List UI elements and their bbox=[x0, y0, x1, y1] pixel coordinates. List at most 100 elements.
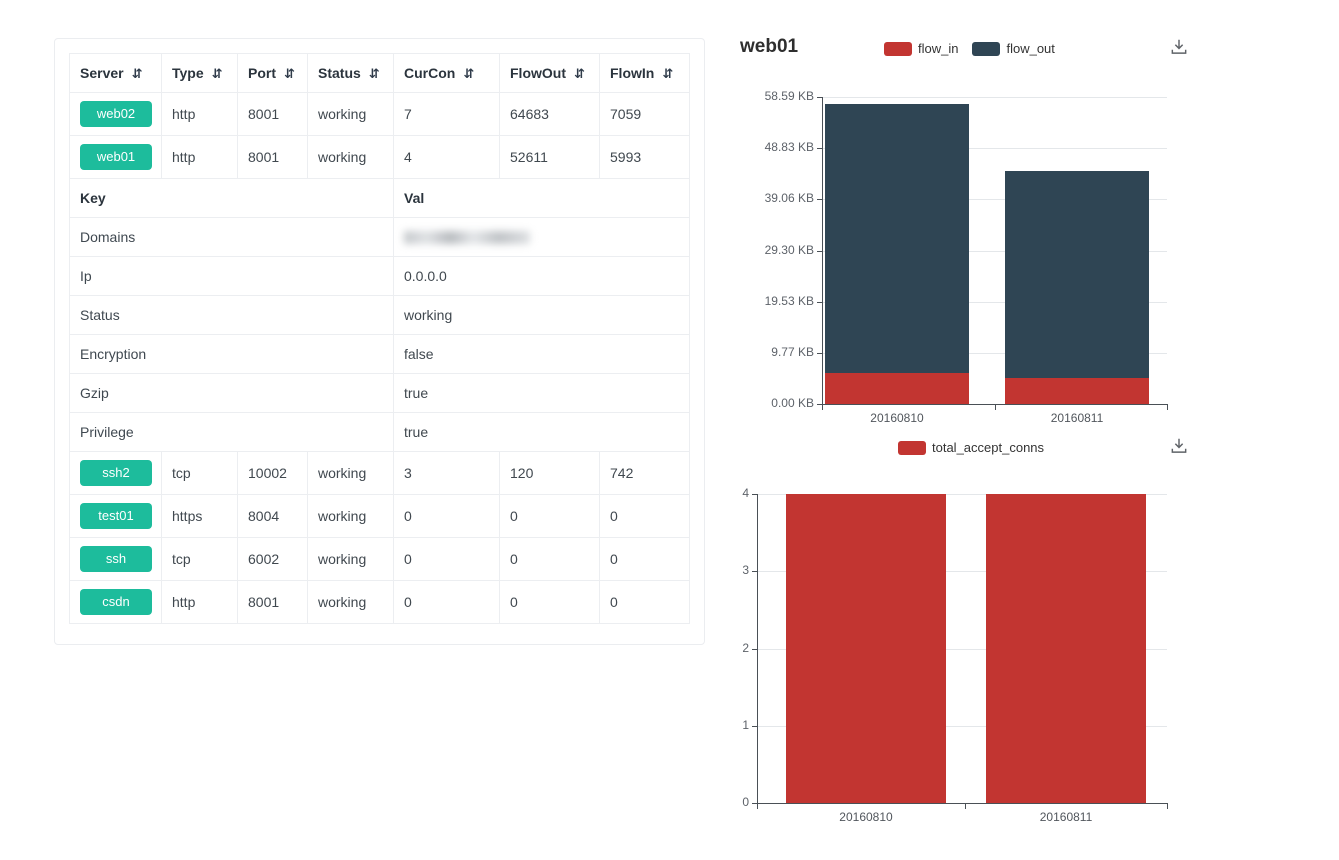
legend-item-flow_out[interactable]: flow_out bbox=[972, 41, 1054, 56]
cell-status: working bbox=[308, 495, 394, 538]
cell-flowin: 0 bbox=[600, 581, 690, 624]
cell-port: 8004 bbox=[238, 495, 308, 538]
cell-flowout: 52611 bbox=[500, 136, 600, 179]
bar-flow_in bbox=[825, 373, 969, 404]
sort-icon[interactable]: ⇵ bbox=[662, 67, 673, 82]
cell-curcon: 0 bbox=[394, 538, 500, 581]
y-axis-label: 39.06 KB bbox=[752, 191, 814, 205]
detail-key: Privilege bbox=[70, 413, 394, 452]
bar-total_accept_conns bbox=[986, 494, 1146, 803]
detail-key: Ip bbox=[70, 257, 394, 296]
cell-type: http bbox=[162, 581, 238, 624]
server-dashboard-page: Server⇵Type⇵Port⇵Status⇵CurCon⇵FlowOut⇵F… bbox=[0, 0, 1339, 860]
y-axis-line bbox=[822, 97, 823, 404]
download-icon bbox=[1169, 37, 1189, 57]
column-header-curcon[interactable]: CurCon ⇵ bbox=[394, 54, 500, 93]
legend-swatch bbox=[898, 441, 926, 455]
cell-type: http bbox=[162, 93, 238, 136]
server-cell: csdn bbox=[70, 581, 162, 624]
server-button[interactable]: web02 bbox=[80, 101, 152, 127]
y-axis-label: 4 bbox=[687, 486, 749, 500]
detail-val: true bbox=[394, 413, 690, 452]
conns-chart-legend: total_accept_conns bbox=[898, 440, 1044, 455]
server-button[interactable]: ssh bbox=[80, 546, 152, 572]
server-row: sshtcp6002working000 bbox=[70, 538, 690, 581]
header-row: Server⇵Type⇵Port⇵Status⇵CurCon⇵FlowOut⇵F… bbox=[70, 54, 690, 93]
detail-val: working bbox=[394, 296, 690, 335]
column-header-flowout[interactable]: FlowOut ⇵ bbox=[500, 54, 600, 93]
legend-label: total_accept_conns bbox=[932, 440, 1044, 455]
sort-icon[interactable]: ⇵ bbox=[574, 67, 585, 82]
y-axis-label: 0 bbox=[687, 795, 749, 809]
legend-item-total_accept_conns[interactable]: total_accept_conns bbox=[898, 440, 1044, 455]
legend-swatch bbox=[972, 42, 1000, 56]
sort-icon[interactable]: ⇵ bbox=[463, 67, 474, 82]
cell-type: http bbox=[162, 136, 238, 179]
sort-icon[interactable]: ⇵ bbox=[369, 67, 380, 82]
detail-key: Domains bbox=[70, 218, 394, 257]
detail-row: Ip0.0.0.0 bbox=[70, 257, 690, 296]
column-label: Status bbox=[318, 65, 361, 81]
detail-row: Domains bbox=[70, 218, 690, 257]
cell-type: https bbox=[162, 495, 238, 538]
detail-key: Gzip bbox=[70, 374, 394, 413]
column-label: CurCon bbox=[404, 65, 455, 81]
bar-flow_in bbox=[1005, 378, 1149, 404]
server-table: Server⇵Type⇵Port⇵Status⇵CurCon⇵FlowOut⇵F… bbox=[69, 53, 690, 624]
column-header-port[interactable]: Port⇵ bbox=[238, 54, 308, 93]
server-button[interactable]: ssh2 bbox=[80, 460, 152, 486]
flow-chart-title: web01 bbox=[740, 36, 798, 58]
detail-header-row: KeyVal bbox=[70, 179, 690, 218]
detail-row: Gziptrue bbox=[70, 374, 690, 413]
server-button[interactable]: csdn bbox=[80, 589, 152, 615]
cell-flowin: 742 bbox=[600, 452, 690, 495]
y-axis-label: 48.83 KB bbox=[752, 140, 814, 154]
server-cell: ssh2 bbox=[70, 452, 162, 495]
cell-curcon: 3 bbox=[394, 452, 500, 495]
table-header: Server⇵Type⇵Port⇵Status⇵CurCon⇵FlowOut⇵F… bbox=[70, 54, 690, 93]
x-axis-tick bbox=[822, 405, 823, 410]
cell-flowout: 0 bbox=[500, 495, 600, 538]
server-button[interactable]: test01 bbox=[80, 503, 152, 529]
cell-type: tcp bbox=[162, 538, 238, 581]
column-label: Type bbox=[172, 65, 204, 81]
download-icon-flow-chart[interactable] bbox=[1168, 37, 1190, 59]
key-header: Key bbox=[70, 179, 394, 218]
sort-icon[interactable]: ⇵ bbox=[212, 67, 223, 82]
bar-flow_out bbox=[1005, 171, 1149, 378]
flow-chart-legend: flow_in flow_out bbox=[884, 41, 1055, 56]
server-row: test01https8004working000 bbox=[70, 495, 690, 538]
detail-row: Encryptionfalse bbox=[70, 335, 690, 374]
y-axis-label: 1 bbox=[687, 718, 749, 732]
sort-icon[interactable]: ⇵ bbox=[132, 67, 143, 82]
x-axis-label: 20160810 bbox=[821, 810, 911, 824]
sort-icon[interactable]: ⇵ bbox=[284, 67, 295, 82]
column-label: FlowOut bbox=[510, 65, 566, 81]
detail-val bbox=[394, 218, 690, 257]
column-header-server[interactable]: Server⇵ bbox=[70, 54, 162, 93]
server-row: ssh2tcp10002working3120742 bbox=[70, 452, 690, 495]
cell-port: 8001 bbox=[238, 136, 308, 179]
legend-label: flow_in bbox=[918, 41, 958, 56]
cell-status: working bbox=[308, 538, 394, 581]
bar-flow_out bbox=[825, 104, 969, 373]
cell-curcon: 0 bbox=[394, 581, 500, 624]
cell-curcon: 0 bbox=[394, 495, 500, 538]
download-icon bbox=[1169, 436, 1189, 456]
download-icon-conns-chart[interactable] bbox=[1168, 436, 1190, 458]
x-axis-label: 20160811 bbox=[1032, 411, 1122, 425]
column-header-type[interactable]: Type ⇵ bbox=[162, 54, 238, 93]
x-axis-line bbox=[757, 803, 1168, 804]
server-cell: test01 bbox=[70, 495, 162, 538]
column-header-flowin[interactable]: FlowIn⇵ bbox=[600, 54, 690, 93]
cell-status: working bbox=[308, 136, 394, 179]
column-header-status[interactable]: Status ⇵ bbox=[308, 54, 394, 93]
redacted-domains-value bbox=[404, 231, 530, 244]
legend-item-flow_in[interactable]: flow_in bbox=[884, 41, 958, 56]
server-row: csdnhttp8001working000 bbox=[70, 581, 690, 624]
detail-key: Status bbox=[70, 296, 394, 335]
server-button[interactable]: web01 bbox=[80, 144, 152, 170]
x-axis-tick bbox=[965, 804, 966, 809]
detail-val: true bbox=[394, 374, 690, 413]
cell-port: 8001 bbox=[238, 581, 308, 624]
